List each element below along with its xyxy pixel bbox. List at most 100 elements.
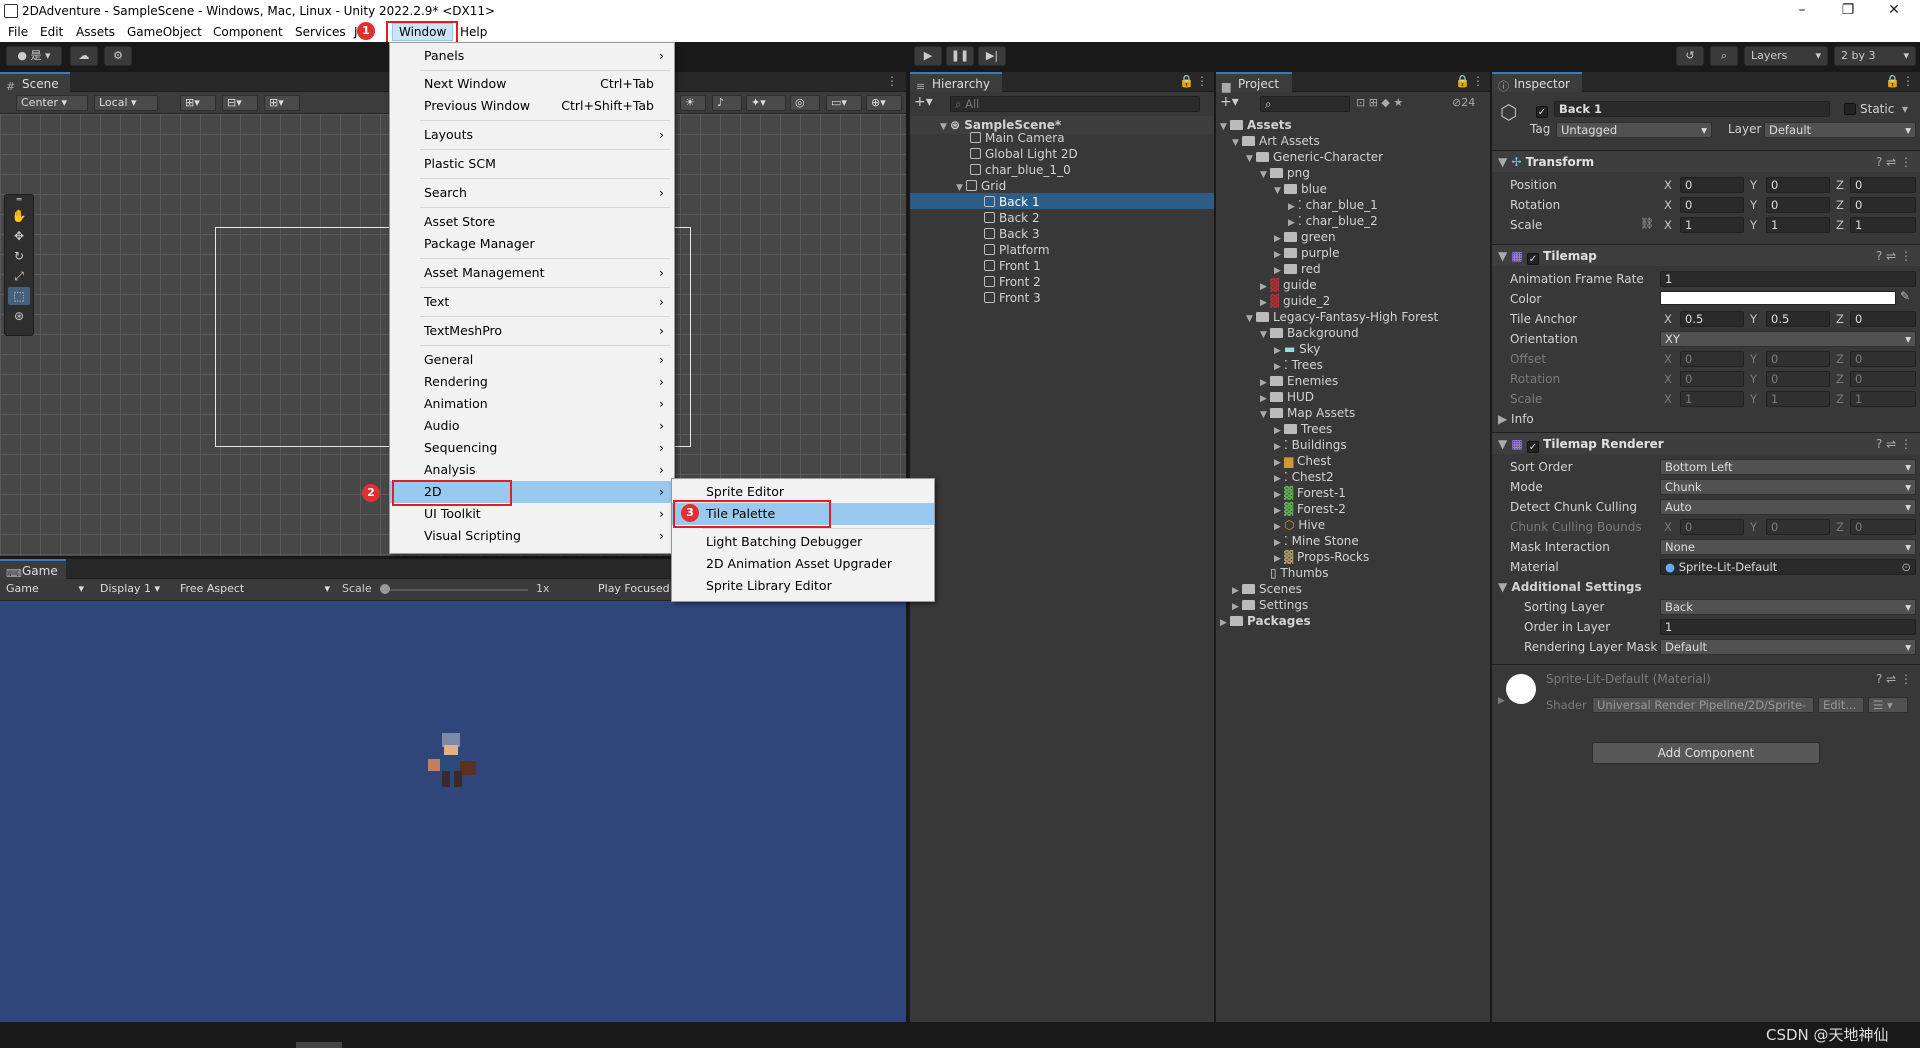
hierarchy-search-input[interactable]: ⌕ All xyxy=(950,96,1200,112)
menu-gameobject[interactable]: GameObject xyxy=(127,25,202,39)
sort-order-dropdown[interactable]: Bottom Left ▾ xyxy=(1660,459,1916,475)
sprite-item[interactable]: ▶ ⁚ Chest2 xyxy=(1274,469,1334,485)
order-in-layer-field[interactable]: 1 xyxy=(1660,619,1916,635)
sprite-item[interactable]: ▶ ▓ Props-Rocks xyxy=(1274,549,1369,565)
chevron-down-icon[interactable]: ▾ xyxy=(1902,102,1908,116)
more-options-icon[interactable]: ⋮ xyxy=(1472,74,1484,88)
sprite-item[interactable]: ▶ ▬ Sky xyxy=(1274,341,1320,357)
list-item[interactable]: Back 3 xyxy=(984,226,1040,242)
folder-item[interactable]: ▼ Assets xyxy=(1220,117,1292,133)
audio-icon[interactable]: ♪ xyxy=(712,95,742,111)
shader-options-button[interactable]: ☰ ▾ xyxy=(1868,697,1908,713)
folder-item[interactable]: ▶ purple xyxy=(1274,245,1340,261)
effects-icon[interactable]: ✦▾ xyxy=(746,95,786,111)
folder-item[interactable]: ▶ Settings xyxy=(1232,597,1308,613)
play-focused-dropdown[interactable]: Play Focused xyxy=(594,582,674,598)
rotation-x-field[interactable]: 0 xyxy=(1680,197,1744,213)
close-icon[interactable]: ✕ xyxy=(1884,2,1904,18)
menu-item-sprite-library-editor[interactable]: Sprite Library Editor xyxy=(672,575,934,597)
more-options-icon[interactable]: ⋮ xyxy=(1902,74,1914,88)
list-item[interactable]: Platform xyxy=(984,242,1050,258)
scale-y-field[interactable]: 1 xyxy=(1766,217,1830,233)
sprite-item[interactable]: ▶ ⁚ Trees xyxy=(1274,357,1323,373)
folder-item[interactable]: ▼ Map Assets xyxy=(1260,405,1355,421)
sprite-item[interactable]: ▶ ▆ Chest xyxy=(1274,453,1331,469)
add-icon[interactable]: +▾ xyxy=(914,94,934,110)
menu-edit[interactable]: Edit xyxy=(40,25,63,39)
pause-button[interactable]: ❚❚ xyxy=(946,46,974,66)
menu-services[interactable]: Services xyxy=(295,25,346,39)
folder-item[interactable]: ▶ Enemies xyxy=(1260,373,1338,389)
shader-edit-button[interactable]: Edit... xyxy=(1818,697,1864,713)
project-search-input[interactable]: ⌕ xyxy=(1260,96,1350,112)
folder-item[interactable]: ▶ Packages xyxy=(1220,613,1311,629)
list-item[interactable]: char_blue_1_0 xyxy=(970,162,1071,178)
list-item[interactable]: ▼ Grid xyxy=(956,178,1006,194)
cloud-icon[interactable]: ☁ xyxy=(70,46,98,66)
layout-dropdown[interactable]: 2 by 3 ▾ xyxy=(1834,46,1916,66)
scale-tool-icon[interactable]: ⤢ xyxy=(8,267,30,285)
list-item[interactable]: Global Light 2D xyxy=(970,146,1078,162)
menu-item-panels[interactable]: Panels › xyxy=(390,45,674,67)
scale-x-field[interactable]: 1 xyxy=(1680,217,1744,233)
menu-item-sequencing[interactable]: Sequencing › xyxy=(390,437,674,459)
rotation-z-field[interactable]: 0 xyxy=(1850,197,1916,213)
search-icon[interactable]: ⌕ xyxy=(1710,46,1738,66)
folder-item[interactable]: ▶ Scenes xyxy=(1232,581,1302,597)
transform-header[interactable]: ▼ ✢ Transform? ⇌ ⋮ xyxy=(1492,150,1920,172)
menu-item-layouts[interactable]: Layouts › xyxy=(390,124,674,146)
tab-scene[interactable]: # Scene xyxy=(0,72,70,93)
folder-item[interactable]: ▼ Legacy-Fantasy-High Forest xyxy=(1246,309,1438,325)
sprite-item[interactable]: ▶ ⬡ Hive xyxy=(1274,517,1325,533)
menu-item-audio[interactable]: Audio › xyxy=(390,415,674,437)
anchor-z-field[interactable]: 0 xyxy=(1850,311,1916,327)
orientation-dropdown[interactable]: XY ▾ xyxy=(1660,331,1916,347)
static-checkbox[interactable] xyxy=(1844,102,1856,116)
tilemap-renderer-header[interactable]: ▼ ▦ ✓ Tilemap Renderer? ⇌ ⋮ xyxy=(1492,432,1920,454)
menu-item-asset-management[interactable]: Asset Management › xyxy=(390,262,674,284)
sprite-item[interactable]: ▶ ⁚ Buildings xyxy=(1274,437,1347,453)
menu-item-2d-animation-upgrader[interactable]: 2D Animation Asset Upgrader xyxy=(672,553,934,575)
rotation-y-field[interactable]: 0 xyxy=(1766,197,1830,213)
list-item[interactable]: Front 1 xyxy=(984,258,1041,274)
rect-tool-icon[interactable]: ⬚ xyxy=(8,287,30,305)
tag-dropdown[interactable]: Untagged ▾ xyxy=(1556,122,1712,138)
eyedropper-icon[interactable]: ✎ xyxy=(1900,289,1910,303)
lock-icon[interactable]: 🔒 xyxy=(1179,74,1194,88)
sprite-item[interactable]: ▶ ⁚ char_blue_2 xyxy=(1288,213,1378,229)
folder-item[interactable]: ▼ Art Assets xyxy=(1232,133,1320,149)
lock-icon[interactable]: 🔒 xyxy=(1885,74,1900,88)
sprite-item[interactable]: ▶ ▓ Forest-2 xyxy=(1274,501,1346,517)
menu-item-package-manager[interactable]: Package Manager xyxy=(390,233,674,255)
tab-project[interactable]: ▆ Project xyxy=(1216,72,1292,93)
active-checkbox[interactable]: ✓ xyxy=(1536,102,1548,118)
component-menu-icons[interactable]: ? ⇌ ⋮ xyxy=(1876,433,1912,455)
info-foldout[interactable]: ▶ Info xyxy=(1498,410,1534,428)
display-dropdown[interactable]: Display 1 ▾ xyxy=(96,582,172,598)
position-z-field[interactable]: 0 xyxy=(1850,177,1916,193)
menu-item-ui-toolkit[interactable]: UI Toolkit › xyxy=(390,503,674,525)
history-icon[interactable]: ↺ xyxy=(1676,46,1704,66)
account-button[interactable]: ● 是 ▾ xyxy=(6,46,62,66)
menu-item-previous-window[interactable]: Previous Window Ctrl+Shift+Tab xyxy=(390,95,674,117)
menu-file[interactable]: File xyxy=(8,25,28,39)
tilemap-header[interactable]: ▼ ▦ ✓ Tilemap? ⇌ ⋮ xyxy=(1492,244,1920,266)
folder-item[interactable]: ▶ HUD xyxy=(1260,389,1314,405)
component-menu-icons[interactable]: ? ⇌ ⋮ xyxy=(1876,245,1912,267)
link-icon[interactable]: ⛓ xyxy=(1640,217,1654,230)
menu-item-light-batching-debugger[interactable]: Light Batching Debugger xyxy=(672,531,934,553)
filter-icons[interactable]: ⊡ ⊞ ◆ ★ xyxy=(1356,96,1403,109)
hand-tool-icon[interactable]: ✋ xyxy=(8,207,30,225)
menu-component[interactable]: Component xyxy=(213,25,283,39)
anchor-y-field[interactable]: 0.5 xyxy=(1766,311,1830,327)
anchor-x-field[interactable]: 0.5 xyxy=(1680,311,1744,327)
hidden-objects-icon[interactable]: ◎ xyxy=(790,95,820,111)
more-options-icon[interactable]: ⋮ xyxy=(1196,74,1208,88)
add-component-button[interactable]: Add Component xyxy=(1592,742,1820,764)
snap-increment-icon[interactable]: ⊟▾ xyxy=(222,95,258,111)
sprite-item[interactable]: ▶ ▓ guide_2 xyxy=(1260,293,1330,309)
minimize-icon[interactable]: – xyxy=(1792,2,1812,18)
folder-item[interactable]: ▼ blue xyxy=(1274,181,1327,197)
tab-inspector[interactable]: ⓘ Inspector xyxy=(1492,72,1582,93)
list-item[interactable]: Front 3 xyxy=(984,290,1041,306)
